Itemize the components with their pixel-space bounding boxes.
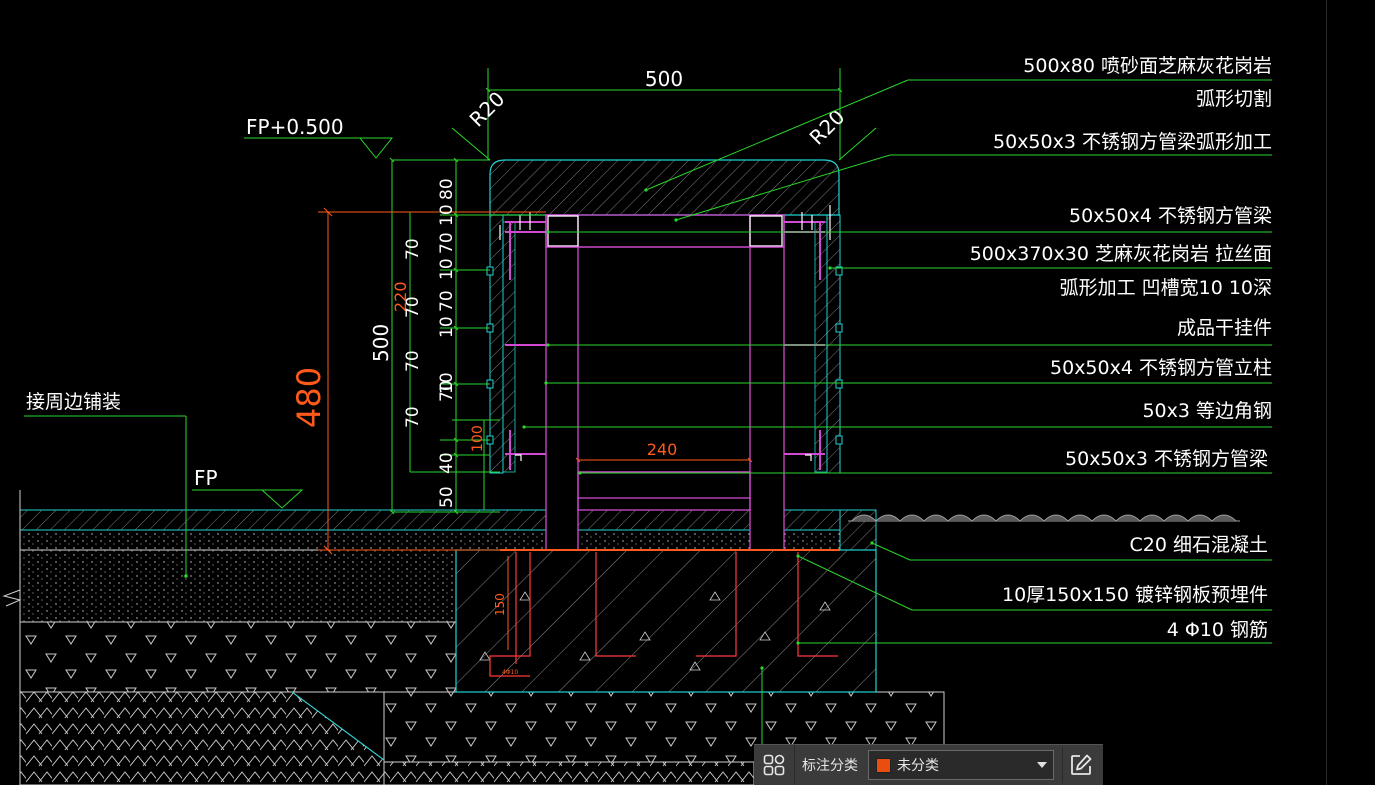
edit-icon bbox=[1071, 754, 1092, 775]
dim-chain-item: 70 bbox=[403, 296, 423, 318]
dim-chain: 80 10 70 10 70 10 70 10 40 50 70 70 70 7… bbox=[403, 178, 457, 508]
edit-category-button[interactable] bbox=[1062, 747, 1099, 783]
annotation-item: 弧形加工 凹槽宽10 10深 bbox=[1060, 277, 1272, 299]
dim-inner-width: 240 bbox=[647, 440, 678, 459]
level-marker-top: FP+0.500 bbox=[244, 115, 394, 159]
dim-chain-item: 10 bbox=[437, 204, 457, 226]
dim-chain-item: 70 bbox=[403, 238, 423, 260]
dimension-lines bbox=[389, 68, 877, 515]
level-top-label: FP+0.500 bbox=[246, 115, 344, 139]
radius-right-label: R20 bbox=[805, 105, 850, 150]
annotation-item: 50x50x3 不锈钢方管梁 bbox=[1065, 448, 1268, 470]
category-dropdown[interactable]: 未分类 bbox=[868, 750, 1054, 780]
level-ground-label: FP bbox=[194, 466, 218, 490]
chevron-down-icon bbox=[1037, 762, 1047, 768]
annotation-item: 50x50x3 不锈钢方管梁弧形加工 bbox=[993, 131, 1272, 153]
annotation-item: 成品干挂件 bbox=[1177, 317, 1272, 339]
annotation-item: 10厚150x150 镀锌钢板预埋件 bbox=[1002, 584, 1268, 606]
annotation-item: 500x80 喷砂面芝麻灰花岗岩 bbox=[1023, 55, 1272, 77]
annotation-item: C20 细石混凝土 bbox=[1130, 534, 1268, 556]
dim-chain-item: 10 bbox=[437, 372, 457, 394]
category-color-swatch bbox=[876, 757, 891, 773]
dim-chain-item: 70 bbox=[437, 232, 457, 254]
dim-chain-item: 70 bbox=[403, 350, 423, 372]
grid-view-button[interactable] bbox=[754, 745, 795, 785]
category-selected-value: 未分类 bbox=[897, 758, 939, 774]
annotation-item: 50x50x4 不锈钢方管立柱 bbox=[1050, 357, 1272, 379]
dim-chain-item: 70 bbox=[437, 290, 457, 312]
four-squares-icon bbox=[763, 754, 785, 776]
dim-total-height: 480 bbox=[290, 367, 328, 428]
dim-bench-height: 500 bbox=[369, 324, 393, 362]
dim-width-top: 500 bbox=[645, 67, 683, 91]
dim-chain-item: 80 bbox=[437, 178, 457, 200]
rebar-tag: 4Φ10 bbox=[502, 669, 518, 676]
left-note: 接周边铺装 bbox=[26, 391, 121, 413]
annotation-category-toolbar: 标注分类 未分类 bbox=[754, 744, 1103, 785]
level-marker-ground: FP bbox=[192, 466, 304, 509]
ground-layers bbox=[2, 490, 1240, 785]
dim-chain-item: 50 bbox=[437, 486, 457, 508]
annotation-item: 50x3 等边角钢 bbox=[1142, 400, 1272, 422]
dim-chain-item: 70 bbox=[403, 406, 423, 428]
dim-chain-item: 10 bbox=[437, 316, 457, 338]
annotation-item: 500x370x30 芝麻灰花岗岩 拉丝面 bbox=[970, 243, 1272, 265]
annotation-item: 弧形切割 bbox=[1196, 88, 1272, 110]
radius-left-label: R20 bbox=[465, 87, 510, 132]
annotation-texts: 500x80 喷砂面芝麻灰花岗岩 弧形切割 50x50x3 不锈钢方管梁弧形加工… bbox=[970, 55, 1272, 641]
steel-frame bbox=[499, 205, 831, 551]
bench-granite bbox=[486, 159, 843, 474]
annotation-item: 50x50x4 不锈钢方管梁 bbox=[1069, 205, 1272, 227]
dim-footing: 150 bbox=[493, 593, 507, 616]
category-label: 标注分类 bbox=[802, 758, 858, 774]
annotation-item: 4 Φ10 钢筋 bbox=[1167, 619, 1268, 641]
dim-chain-item: 40 bbox=[437, 452, 457, 474]
right-panel-edge bbox=[1326, 0, 1375, 785]
dim-chain-item: 10 bbox=[437, 258, 457, 280]
cad-drawing-canvas[interactable]: 4Φ10 500 R20 R20 480 500 220 240 150 100… bbox=[0, 0, 1326, 785]
dim-bottom-100: 100 bbox=[470, 425, 486, 452]
